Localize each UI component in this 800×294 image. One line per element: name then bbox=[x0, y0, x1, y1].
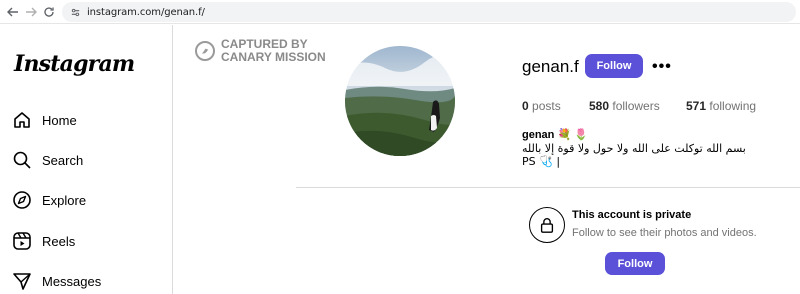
profile-username: genan.f bbox=[522, 57, 579, 76]
divider bbox=[296, 187, 800, 188]
compass-icon bbox=[13, 191, 31, 209]
address-bar[interactable]: instagram.com/genan.f/ bbox=[62, 2, 796, 22]
sidebar-item-label: Home bbox=[42, 112, 77, 128]
canary-mission-watermark: CAPTURED BY CANARY MISSION bbox=[195, 38, 326, 64]
site-settings-icon[interactable] bbox=[70, 7, 81, 18]
posts-count: 0 posts bbox=[522, 99, 561, 113]
forward-button[interactable] bbox=[22, 3, 40, 21]
sidebar-item-reels[interactable]: Reels bbox=[12, 229, 75, 253]
reels-icon bbox=[13, 232, 31, 250]
private-account-subtitle: Follow to see their photos and videos. bbox=[572, 227, 757, 239]
search-icon bbox=[13, 151, 31, 169]
posts-number: 0 bbox=[522, 99, 529, 113]
bio-text: بسم الله توكلت على الله ولا حول ولا قوة … bbox=[522, 142, 746, 168]
followers-count[interactable]: 580 followers bbox=[589, 99, 660, 113]
sidebar-item-label: Explore bbox=[42, 192, 87, 208]
profile-avatar[interactable] bbox=[345, 46, 455, 156]
following-label: following bbox=[709, 99, 757, 113]
sidebar-item-search[interactable]: Search bbox=[12, 148, 83, 172]
canary-seal-icon bbox=[195, 41, 215, 61]
sidebar-item-label: Messages bbox=[42, 273, 102, 289]
messages-icon bbox=[13, 273, 31, 290]
sidebar: Instagram Home Search Explore Reels Mess… bbox=[0, 25, 173, 294]
following-count[interactable]: 571 following bbox=[686, 99, 756, 113]
lock-icon bbox=[540, 218, 554, 233]
sidebar-item-label: Reels bbox=[42, 233, 76, 249]
arrow-right-icon bbox=[26, 7, 37, 17]
followers-number: 580 bbox=[589, 99, 610, 113]
following-number: 571 bbox=[686, 99, 707, 113]
sidebar-item-messages[interactable]: Messages bbox=[12, 269, 101, 293]
arrow-left-icon bbox=[7, 7, 18, 17]
posts-label: posts bbox=[532, 99, 561, 113]
browser-toolbar: instagram.com/genan.f/ bbox=[0, 0, 800, 24]
reload-button[interactable] bbox=[40, 3, 58, 21]
avatar-photo bbox=[345, 46, 455, 156]
url-text: instagram.com/genan.f/ bbox=[87, 6, 205, 18]
followers-label: followers bbox=[612, 99, 660, 113]
reload-icon bbox=[44, 7, 54, 17]
bio-name: genan 💐 🌷 bbox=[522, 129, 588, 141]
follow-button-private[interactable]: Follow bbox=[605, 252, 665, 275]
watermark-text: CAPTURED BY CANARY MISSION bbox=[221, 38, 326, 64]
sidebar-item-label: Search bbox=[42, 152, 84, 168]
instagram-logo[interactable]: Instagram bbox=[14, 51, 135, 77]
watermark-line-2: CANARY MISSION bbox=[221, 50, 326, 64]
private-lock-badge bbox=[529, 207, 565, 243]
more-options-icon[interactable]: ••• bbox=[652, 58, 672, 76]
back-button[interactable] bbox=[4, 3, 22, 21]
home-icon bbox=[14, 112, 30, 128]
follow-button[interactable]: Follow bbox=[585, 54, 643, 78]
private-account-title: This account is private bbox=[572, 209, 692, 221]
sidebar-item-home[interactable]: Home bbox=[12, 108, 77, 132]
sidebar-item-explore[interactable]: Explore bbox=[12, 188, 86, 212]
